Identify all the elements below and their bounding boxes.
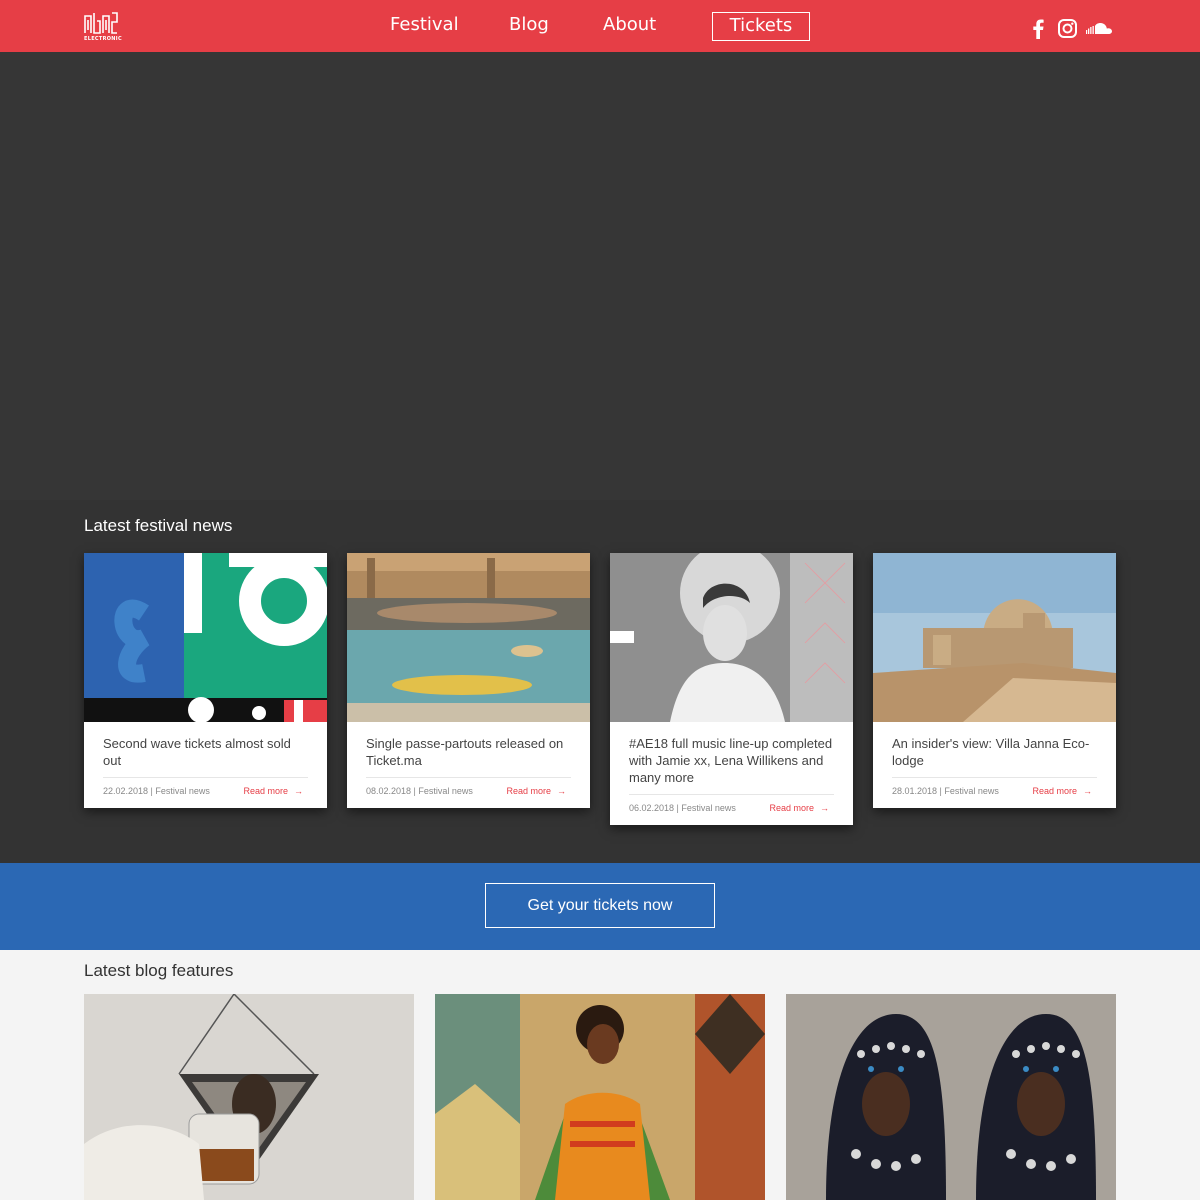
arrow-right-icon: →: [1083, 786, 1092, 796]
arrow-right-icon: →: [294, 786, 303, 796]
tickets-banner: Get your tickets now: [0, 863, 1200, 950]
news-card-date: 28.01.2018 | Festival news: [892, 786, 999, 796]
news-card-title: Second wave tickets almost sold out: [103, 736, 291, 768]
arrow-right-icon: →: [557, 786, 566, 796]
arrow-right-icon: →: [820, 803, 829, 813]
news-card[interactable]: Second wave tickets almost sold out 22.0…: [84, 553, 327, 808]
news-card-title: Single passe-partouts released on Ticket…: [366, 736, 564, 768]
hero-video[interactable]: [0, 52, 1200, 500]
news-card-date: 08.02.2018 | Festival news: [366, 786, 473, 796]
instagram-icon[interactable]: [1058, 19, 1077, 41]
facebook-icon[interactable]: [1032, 19, 1044, 41]
news-card-meta: 22.02.2018 | Festival news Read more →: [103, 777, 308, 808]
read-more-link[interactable]: Read more →: [506, 786, 566, 796]
blog-feature-image[interactable]: [786, 994, 1116, 1200]
news-card-meta: 28.01.2018 | Festival news Read more →: [892, 777, 1097, 808]
get-tickets-button[interactable]: Get your tickets now: [485, 883, 715, 928]
news-card[interactable]: #AE18 full music line-up completed with …: [610, 553, 853, 825]
news-card-date: 06.02.2018 | Festival news: [629, 803, 736, 813]
news-card-image: [84, 553, 327, 722]
nav-about[interactable]: About: [603, 14, 656, 35]
news-card[interactable]: An insider's view: Villa Janna Eco-lodge…: [873, 553, 1116, 808]
logo-wordmark: ELECTRONIC: [84, 36, 122, 42]
logo-mark-icon: [84, 12, 118, 34]
site-header: ELECTRONIC Festival Blog About Tickets: [0, 0, 1200, 52]
read-more-label: Read more: [506, 786, 551, 796]
news-card-date: 22.02.2018 | Festival news: [103, 786, 210, 796]
read-more-label: Read more: [769, 803, 814, 813]
read-more-link[interactable]: Read more →: [1032, 786, 1092, 796]
site-logo[interactable]: ELECTRONIC: [84, 12, 122, 44]
news-card-image: [873, 553, 1116, 722]
nav-tickets-button[interactable]: Tickets: [712, 12, 810, 41]
nav-festival[interactable]: Festival: [390, 14, 459, 35]
soundcloud-icon[interactable]: [1086, 22, 1113, 44]
blog-feature-image[interactable]: [84, 994, 414, 1200]
news-card-image: [610, 553, 853, 722]
news-card-meta: 06.02.2018 | Festival news Read more →: [629, 794, 834, 825]
news-card-title: #AE18 full music line-up completed with …: [629, 736, 833, 785]
news-card-image: [347, 553, 590, 722]
news-card[interactable]: Single passe-partouts released on Ticket…: [347, 553, 590, 808]
nav-blog[interactable]: Blog: [509, 14, 549, 35]
news-section: Latest festival news Second wave tickets…: [0, 500, 1200, 863]
read-more-label: Read more: [1032, 786, 1077, 796]
blog-section-title: Latest blog features: [84, 961, 234, 980]
news-card-title: An insider's view: Villa Janna Eco-lodge: [892, 736, 1090, 768]
blog-feature-image[interactable]: [435, 994, 765, 1200]
news-card-meta: 08.02.2018 | Festival news Read more →: [366, 777, 571, 808]
news-section-title: Latest festival news: [84, 516, 233, 535]
read-more-link[interactable]: Read more →: [243, 786, 303, 796]
read-more-link[interactable]: Read more →: [769, 803, 829, 813]
read-more-label: Read more: [243, 786, 288, 796]
blog-section: Latest blog features: [0, 950, 1200, 1200]
